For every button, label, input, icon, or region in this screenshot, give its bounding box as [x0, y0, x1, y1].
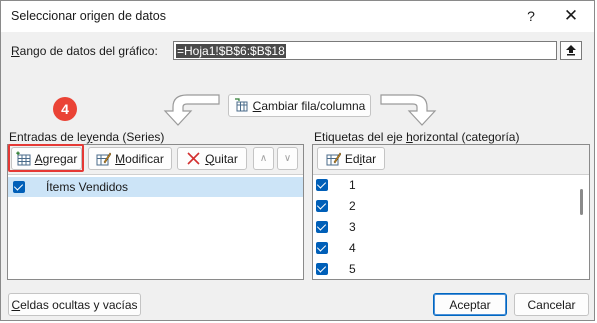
edit-table-icon — [96, 152, 112, 166]
axis-labels-label: Etiquetas del eje horizontal (categoría) — [314, 130, 520, 144]
step-badge: 4 — [53, 97, 77, 121]
series-checkbox[interactable] — [13, 181, 25, 193]
axis-item[interactable]: 3 — [313, 217, 589, 237]
axis-item-label: 3 — [349, 220, 356, 234]
chevron-down-icon: ∨ — [283, 153, 292, 164]
switch-row-column-button[interactable]: Cambiar fila/columna — [228, 94, 371, 117]
axis-item-label: 2 — [349, 199, 356, 213]
remove-series-button[interactable]: Quitar — [177, 147, 247, 170]
chevron-up-icon: ∧ — [259, 153, 268, 164]
edit-axis-button[interactable]: Editar — [317, 147, 385, 170]
axis-item-checkbox[interactable] — [316, 242, 328, 254]
axis-scrollbar-thumb[interactable] — [580, 189, 583, 215]
upload-arrow-icon — [566, 45, 576, 56]
edit-series-button[interactable]: Modificar — [88, 147, 172, 170]
hidden-empty-cells-button[interactable]: Celdas ocultas y vacías — [8, 293, 141, 316]
hidden-empty-cells-label: Celdas ocultas y vacías — [11, 297, 138, 312]
series-label: Ítems Vendidos — [46, 180, 129, 194]
chart-range-label: Rango de datos del gráfico: — [11, 44, 158, 58]
remove-series-label: Quitar — [205, 151, 238, 166]
edit-axis-label: Editar — [344, 151, 377, 166]
axis-item-checkbox[interactable] — [316, 200, 328, 212]
dialog-title: Seleccionar origen de datos — [11, 9, 166, 23]
edit-table-icon — [326, 152, 341, 166]
axis-item-label: 5 — [349, 262, 356, 276]
axis-item-checkbox[interactable] — [316, 221, 328, 233]
left-curved-arrow-icon — [163, 94, 220, 126]
legend-entries-label: Entradas de leyenda (Series) — [9, 130, 165, 144]
axis-item[interactable]: 5 — [313, 259, 589, 279]
axis-item-label: 1 — [349, 178, 356, 192]
select-data-source-dialog: Seleccionar origen de datos ? ✕ Rango de… — [0, 0, 595, 321]
switch-row-column-label: Cambiar fila/columna — [252, 98, 366, 113]
accept-button[interactable]: Aceptar — [433, 293, 507, 316]
close-button[interactable]: ✕ — [557, 5, 585, 27]
move-up-button[interactable]: ∧ — [253, 147, 274, 170]
axis-item[interactable]: 1 — [313, 175, 589, 195]
collapse-dialog-button[interactable] — [560, 41, 582, 60]
axis-item-label: 4 — [349, 241, 356, 255]
axis-item-checkbox[interactable] — [316, 179, 328, 191]
axis-item[interactable]: 2 — [313, 196, 589, 216]
axis-item[interactable]: 4 — [313, 238, 589, 258]
series-row[interactable]: Ítems Vendidos — [8, 177, 303, 197]
right-curved-arrow-icon — [380, 94, 437, 126]
title-bar: Seleccionar origen de datos ? ✕ — [1, 1, 594, 32]
switch-row-column-icon — [234, 98, 248, 112]
help-button[interactable]: ? — [517, 5, 545, 27]
remove-x-icon — [187, 152, 200, 165]
chart-range-input[interactable]: =Hoja1!$B$6:$B$18 — [173, 41, 557, 60]
axis-item-checkbox[interactable] — [316, 263, 328, 275]
cancel-button[interactable]: Cancelar — [514, 293, 589, 316]
add-button-highlight — [8, 144, 84, 172]
edit-series-label: Modificar — [115, 151, 164, 166]
move-down-button[interactable]: ∨ — [277, 147, 298, 170]
